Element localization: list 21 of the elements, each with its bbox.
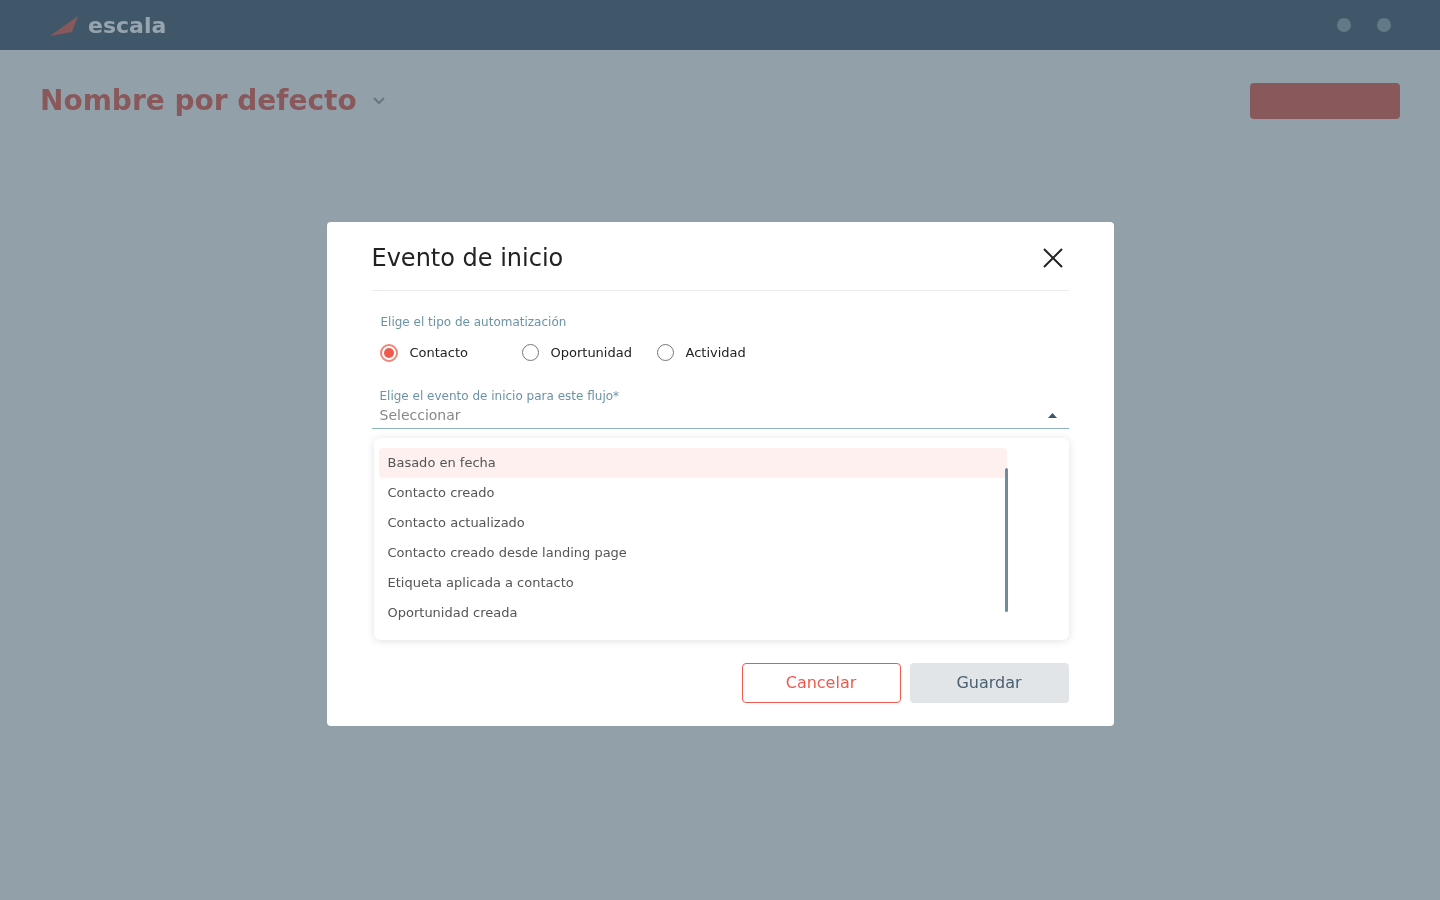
close-icon: [1042, 248, 1063, 268]
dropdown-option[interactable]: Etiqueta aplicada a contacto: [378, 567, 1007, 598]
field-label: Elige el evento de inicio para este flujo*: [379, 387, 621, 405]
save-button[interactable]: Guardar: [909, 662, 1069, 703]
dropdown-option[interactable]: Contacto creado: [378, 477, 1007, 508]
radio-label[interactable]: Contacto: [409, 343, 469, 363]
radio-label[interactable]: Oportunidad: [550, 343, 632, 363]
dropdown-option[interactable]: Basado en fecha: [378, 447, 1007, 478]
caret-icon: [1047, 412, 1057, 418]
event-select[interactable]: Seleccionar: [371, 404, 1069, 429]
dropdown-option[interactable]: Oportunidad creada: [378, 597, 1007, 628]
chevron-icon[interactable]: [372, 97, 385, 105]
logo-text: escala: [88, 11, 167, 40]
radio-button[interactable]: [379, 343, 398, 362]
page-title: Nombre por defecto: [40, 83, 357, 119]
radio-label[interactable]: Actividad: [685, 343, 746, 363]
field-label: Elige el tipo de automatización: [380, 314, 568, 331]
scrollbar[interactable]: [1004, 467, 1008, 612]
dropdown-option[interactable]: Contacto actualizado: [378, 507, 1007, 538]
modal-title: Evento de inicio: [371, 243, 564, 274]
dropdown-option[interactable]: Contacto creado desde landing page: [378, 537, 1007, 568]
